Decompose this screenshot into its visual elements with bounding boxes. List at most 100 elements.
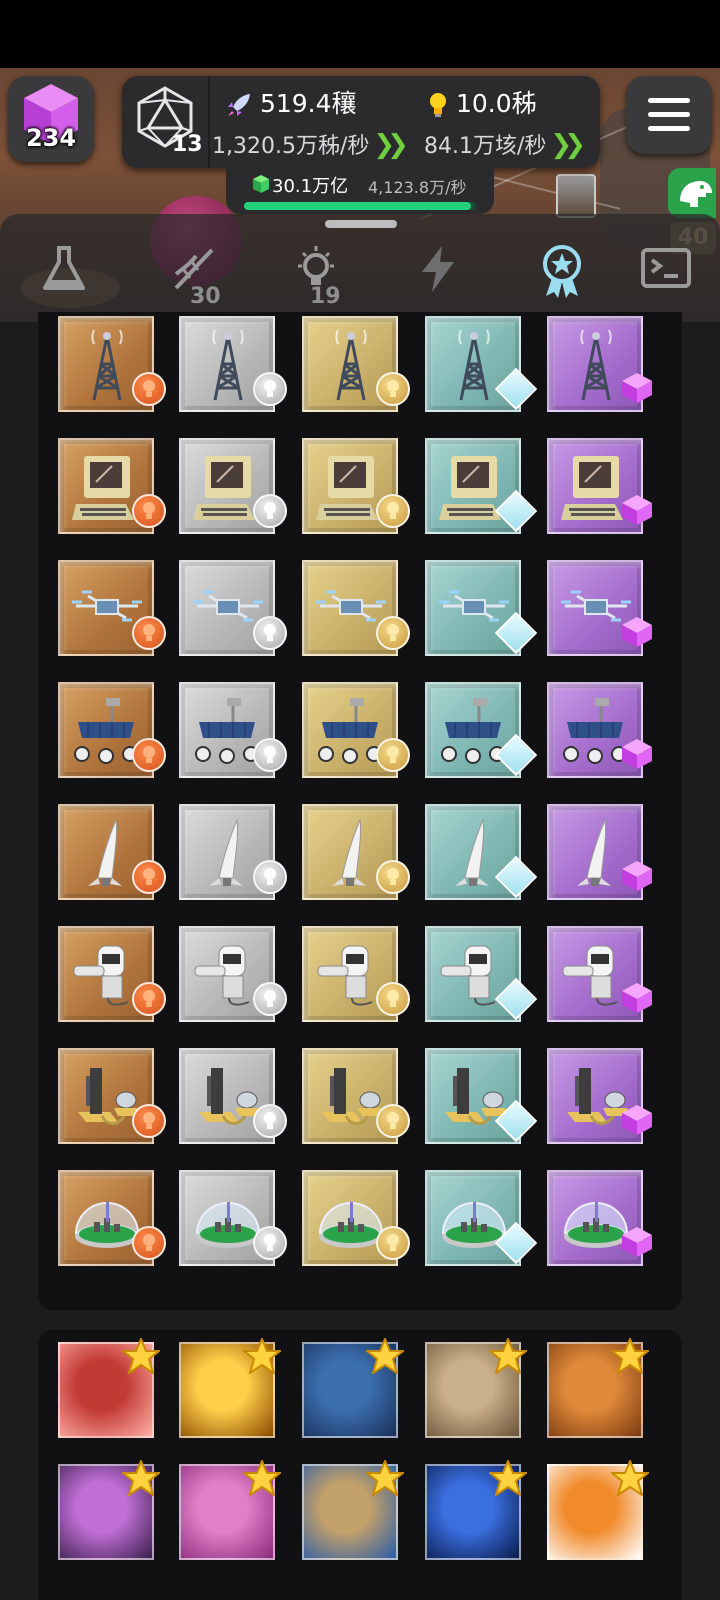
upgrade-tile-drone-purple[interactable] xyxy=(547,560,652,656)
upgrades-panel xyxy=(38,312,682,1310)
purple-cube-badge-icon xyxy=(621,1104,653,1136)
terminal-icon xyxy=(641,248,691,288)
drag-handle[interactable] xyxy=(325,220,397,228)
achievement-bearded-man[interactable] xyxy=(425,1338,527,1438)
cube-button[interactable]: 234 xyxy=(8,76,94,162)
upgrade-tile-dome-city-gold[interactable] xyxy=(302,1170,410,1266)
achievement-shark[interactable] xyxy=(58,1338,160,1438)
purple-cube-badge-icon xyxy=(621,1226,653,1258)
silver-lightbulb-badge-icon xyxy=(253,738,287,772)
upgrade-tile-rover-gold[interactable] xyxy=(302,682,410,778)
upgrade-tile-dome-city-diamond[interactable] xyxy=(425,1170,538,1266)
complexity-level: 13 xyxy=(172,132,203,157)
upgrade-tile-radio-tower-silver[interactable] xyxy=(179,316,287,412)
purple-cube-icon xyxy=(622,1227,652,1257)
bronze-lightbulb-badge-icon xyxy=(132,494,166,528)
tab-bar: 30 19 xyxy=(0,214,720,322)
tab-ideas[interactable]: 19 xyxy=(262,238,362,314)
achievement-bird[interactable] xyxy=(302,1460,404,1560)
dinosaur-event-button[interactable] xyxy=(668,168,716,218)
silver-lightbulb-badge-icon xyxy=(253,494,287,528)
bronze-lightbulb-badge-icon xyxy=(132,860,166,894)
silver-lightbulb-badge-icon xyxy=(253,1104,287,1138)
upgrade-tile-radio-tower-diamond[interactable] xyxy=(425,316,538,412)
star-icon xyxy=(611,1338,649,1374)
upgrade-tile-computer-silver[interactable] xyxy=(179,438,287,534)
upgrade-tile-drone-bronze[interactable] xyxy=(58,560,166,656)
upgrade-tile-drone-silver[interactable] xyxy=(179,560,287,656)
upgrade-tile-dome-city-purple[interactable] xyxy=(547,1170,652,1266)
upgrade-tile-computer-purple[interactable] xyxy=(547,438,652,534)
achievement-crown[interactable] xyxy=(179,1338,281,1438)
cube-count: 234 xyxy=(25,124,77,152)
flask-icon xyxy=(43,246,85,290)
bronze-lightbulb-badge-icon xyxy=(132,738,166,772)
upgrade-tile-shuttle-purple[interactable] xyxy=(547,804,652,900)
upgrade-tile-drone-diamond[interactable] xyxy=(425,560,538,656)
upgrade-tile-shuttle-gold[interactable] xyxy=(302,804,410,900)
achievement-fish[interactable] xyxy=(302,1338,404,1438)
gold-lightbulb-badge-icon xyxy=(376,738,410,772)
achievement-dolphin[interactable] xyxy=(179,1460,281,1560)
upgrade-tile-mining-rig-silver[interactable] xyxy=(179,1048,287,1144)
upgrade-tile-robot-diamond[interactable] xyxy=(425,926,538,1022)
menu-button[interactable] xyxy=(626,76,712,154)
upgrade-tile-radio-tower-bronze[interactable] xyxy=(58,316,166,412)
upgrade-tile-mining-rig-gold[interactable] xyxy=(302,1048,410,1144)
tab-achievements[interactable] xyxy=(508,238,608,314)
star-icon xyxy=(122,1460,160,1496)
ancestor-portrait xyxy=(556,174,596,218)
menu-bar xyxy=(648,112,690,117)
tab-genetics[interactable]: 30 xyxy=(140,238,240,314)
tab-boosts[interactable] xyxy=(384,238,484,314)
achievement-dinosaur-cowboy[interactable] xyxy=(547,1338,649,1438)
upgrade-tile-drone-gold[interactable] xyxy=(302,560,410,656)
upgrade-tile-computer-diamond[interactable] xyxy=(425,438,538,534)
purple-cube-icon xyxy=(622,373,652,403)
upgrade-tile-dome-city-bronze[interactable] xyxy=(58,1170,166,1266)
upgrade-tile-rover-diamond[interactable] xyxy=(425,682,538,778)
upgrade-tile-computer-gold[interactable] xyxy=(302,438,410,534)
star-icon xyxy=(243,1338,281,1374)
upgrade-tile-shuttle-diamond[interactable] xyxy=(425,804,538,900)
upgrade-tile-mining-rig-diamond[interactable] xyxy=(425,1048,538,1144)
achievement-raven[interactable] xyxy=(58,1460,160,1560)
gold-lightbulb-badge-icon xyxy=(376,1226,410,1260)
purple-cube-icon xyxy=(622,983,652,1013)
upgrade-tile-shuttle-bronze[interactable] xyxy=(58,804,166,900)
progress-bar-fill xyxy=(244,202,472,210)
tab-console[interactable] xyxy=(610,238,710,314)
upgrade-tile-rover-purple[interactable] xyxy=(547,682,652,778)
bronze-lightbulb-badge-icon xyxy=(132,616,166,650)
star-icon xyxy=(489,1338,527,1374)
upgrade-tile-rover-bronze[interactable] xyxy=(58,682,166,778)
star-icon xyxy=(489,1460,527,1496)
lightning-icon xyxy=(422,246,454,292)
tab-research[interactable] xyxy=(10,238,110,314)
upgrade-tile-mining-rig-bronze[interactable] xyxy=(58,1048,166,1144)
star-icon xyxy=(611,1460,649,1496)
status-bar xyxy=(0,0,720,68)
upgrade-tile-mining-rig-purple[interactable] xyxy=(547,1048,652,1144)
upgrade-tile-dome-city-silver[interactable] xyxy=(179,1170,287,1266)
screen: { "hud": { "cube_count": "234", "complex… xyxy=(0,0,720,1600)
upgrade-tile-shuttle-silver[interactable] xyxy=(179,804,287,900)
upgrade-tile-computer-bronze[interactable] xyxy=(58,438,166,534)
silver-lightbulb-badge-icon xyxy=(253,982,287,1016)
upgrade-tile-rover-silver[interactable] xyxy=(179,682,287,778)
purple-cube-icon xyxy=(622,617,652,647)
upgrade-tile-robot-silver[interactable] xyxy=(179,926,287,1022)
progress-panel: 30.1万亿 4,123.8万/秒 xyxy=(226,166,494,214)
upgrade-tile-robot-bronze[interactable] xyxy=(58,926,166,1022)
gold-lightbulb-badge-icon xyxy=(376,982,410,1016)
purple-cube-badge-icon xyxy=(621,738,653,770)
achievement-blue-monster[interactable] xyxy=(425,1460,527,1560)
upgrade-tile-radio-tower-purple[interactable] xyxy=(547,316,652,412)
gold-lightbulb-badge-icon xyxy=(376,494,410,528)
upgrade-tile-radio-tower-gold[interactable] xyxy=(302,316,410,412)
upgrade-tile-robot-purple[interactable] xyxy=(547,926,652,1022)
upgrade-tile-robot-gold[interactable] xyxy=(302,926,410,1022)
achievements-panel xyxy=(38,1330,682,1600)
achievement-fox[interactable] xyxy=(547,1460,649,1560)
tab-ideas-count: 19 xyxy=(310,284,341,309)
